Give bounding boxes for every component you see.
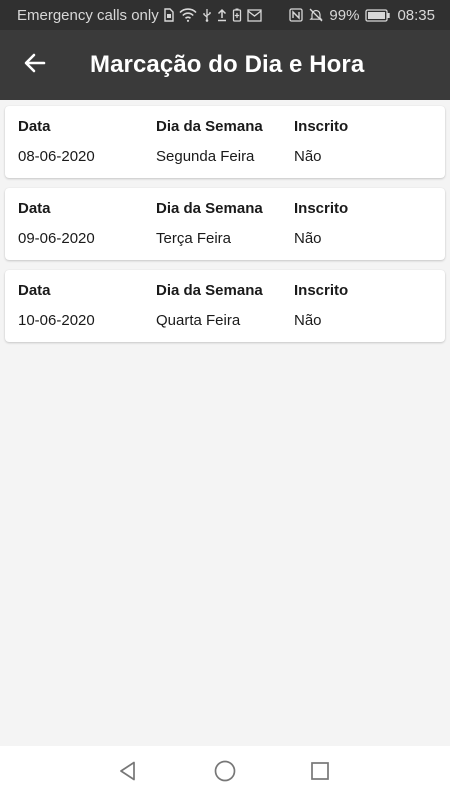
list-item[interactable]: Data Dia da Semana Inscrito 10-06-2020 Q… bbox=[5, 270, 445, 342]
status-bar: Emergency calls only 99% 08:35 bbox=[0, 0, 450, 30]
back-button[interactable] bbox=[0, 30, 70, 100]
nav-recents-button[interactable] bbox=[290, 746, 350, 800]
upload-icon bbox=[217, 8, 227, 22]
enrolled-header: Inscrito bbox=[294, 118, 349, 135]
back-triangle-icon bbox=[117, 760, 139, 787]
date-value: 10-06-2020 bbox=[18, 312, 95, 329]
list-item[interactable]: Data Dia da Semana Inscrito 08-06-2020 S… bbox=[5, 106, 445, 178]
nav-home-button[interactable] bbox=[195, 746, 255, 800]
status-left: Emergency calls only bbox=[17, 7, 262, 24]
enrolled-value: Não bbox=[294, 148, 322, 165]
enrolled-header: Inscrito bbox=[294, 200, 349, 217]
battery-saver-icon bbox=[232, 8, 242, 22]
status-right: 99% 08:35 bbox=[289, 7, 435, 24]
entries-list: Data Dia da Semana Inscrito 08-06-2020 S… bbox=[0, 100, 450, 352]
sim-icon bbox=[164, 8, 174, 22]
weekday-value: Quarta Feira bbox=[156, 312, 241, 329]
nav-back-button[interactable] bbox=[98, 746, 158, 800]
home-circle-icon bbox=[213, 759, 237, 788]
mail-icon bbox=[247, 8, 262, 22]
date-header: Data bbox=[18, 282, 51, 299]
battery-icon bbox=[365, 8, 391, 22]
enrolled-value: Não bbox=[294, 230, 322, 247]
wifi-icon bbox=[179, 8, 197, 22]
nfc-icon bbox=[289, 8, 304, 22]
enrolled-header: Inscrito bbox=[294, 282, 349, 299]
page-title: Marcação do Dia e Hora bbox=[90, 51, 365, 78]
system-nav-bar bbox=[0, 746, 450, 800]
enrolled-value: Não bbox=[294, 312, 322, 329]
weekday-header: Dia da Semana bbox=[156, 118, 263, 135]
mute-icon bbox=[309, 8, 324, 22]
weekday-header: Dia da Semana bbox=[156, 200, 263, 217]
recents-square-icon bbox=[309, 760, 331, 787]
date-header: Data bbox=[18, 118, 51, 135]
date-header: Data bbox=[18, 200, 51, 217]
date-value: 08-06-2020 bbox=[18, 148, 95, 165]
date-value: 09-06-2020 bbox=[18, 230, 95, 247]
battery-percent: 99% bbox=[329, 6, 360, 24]
carrier-text: Emergency calls only bbox=[17, 6, 159, 24]
weekday-header: Dia da Semana bbox=[156, 282, 263, 299]
arrow-left-icon bbox=[23, 51, 47, 80]
usb-icon bbox=[202, 8, 212, 22]
clock: 08:35 bbox=[397, 6, 435, 24]
weekday-value: Segunda Feira bbox=[156, 148, 255, 165]
weekday-value: Terça Feira bbox=[156, 230, 232, 247]
app-bar: Marcação do Dia e Hora bbox=[0, 30, 450, 100]
list-item[interactable]: Data Dia da Semana Inscrito 09-06-2020 T… bbox=[5, 188, 445, 260]
